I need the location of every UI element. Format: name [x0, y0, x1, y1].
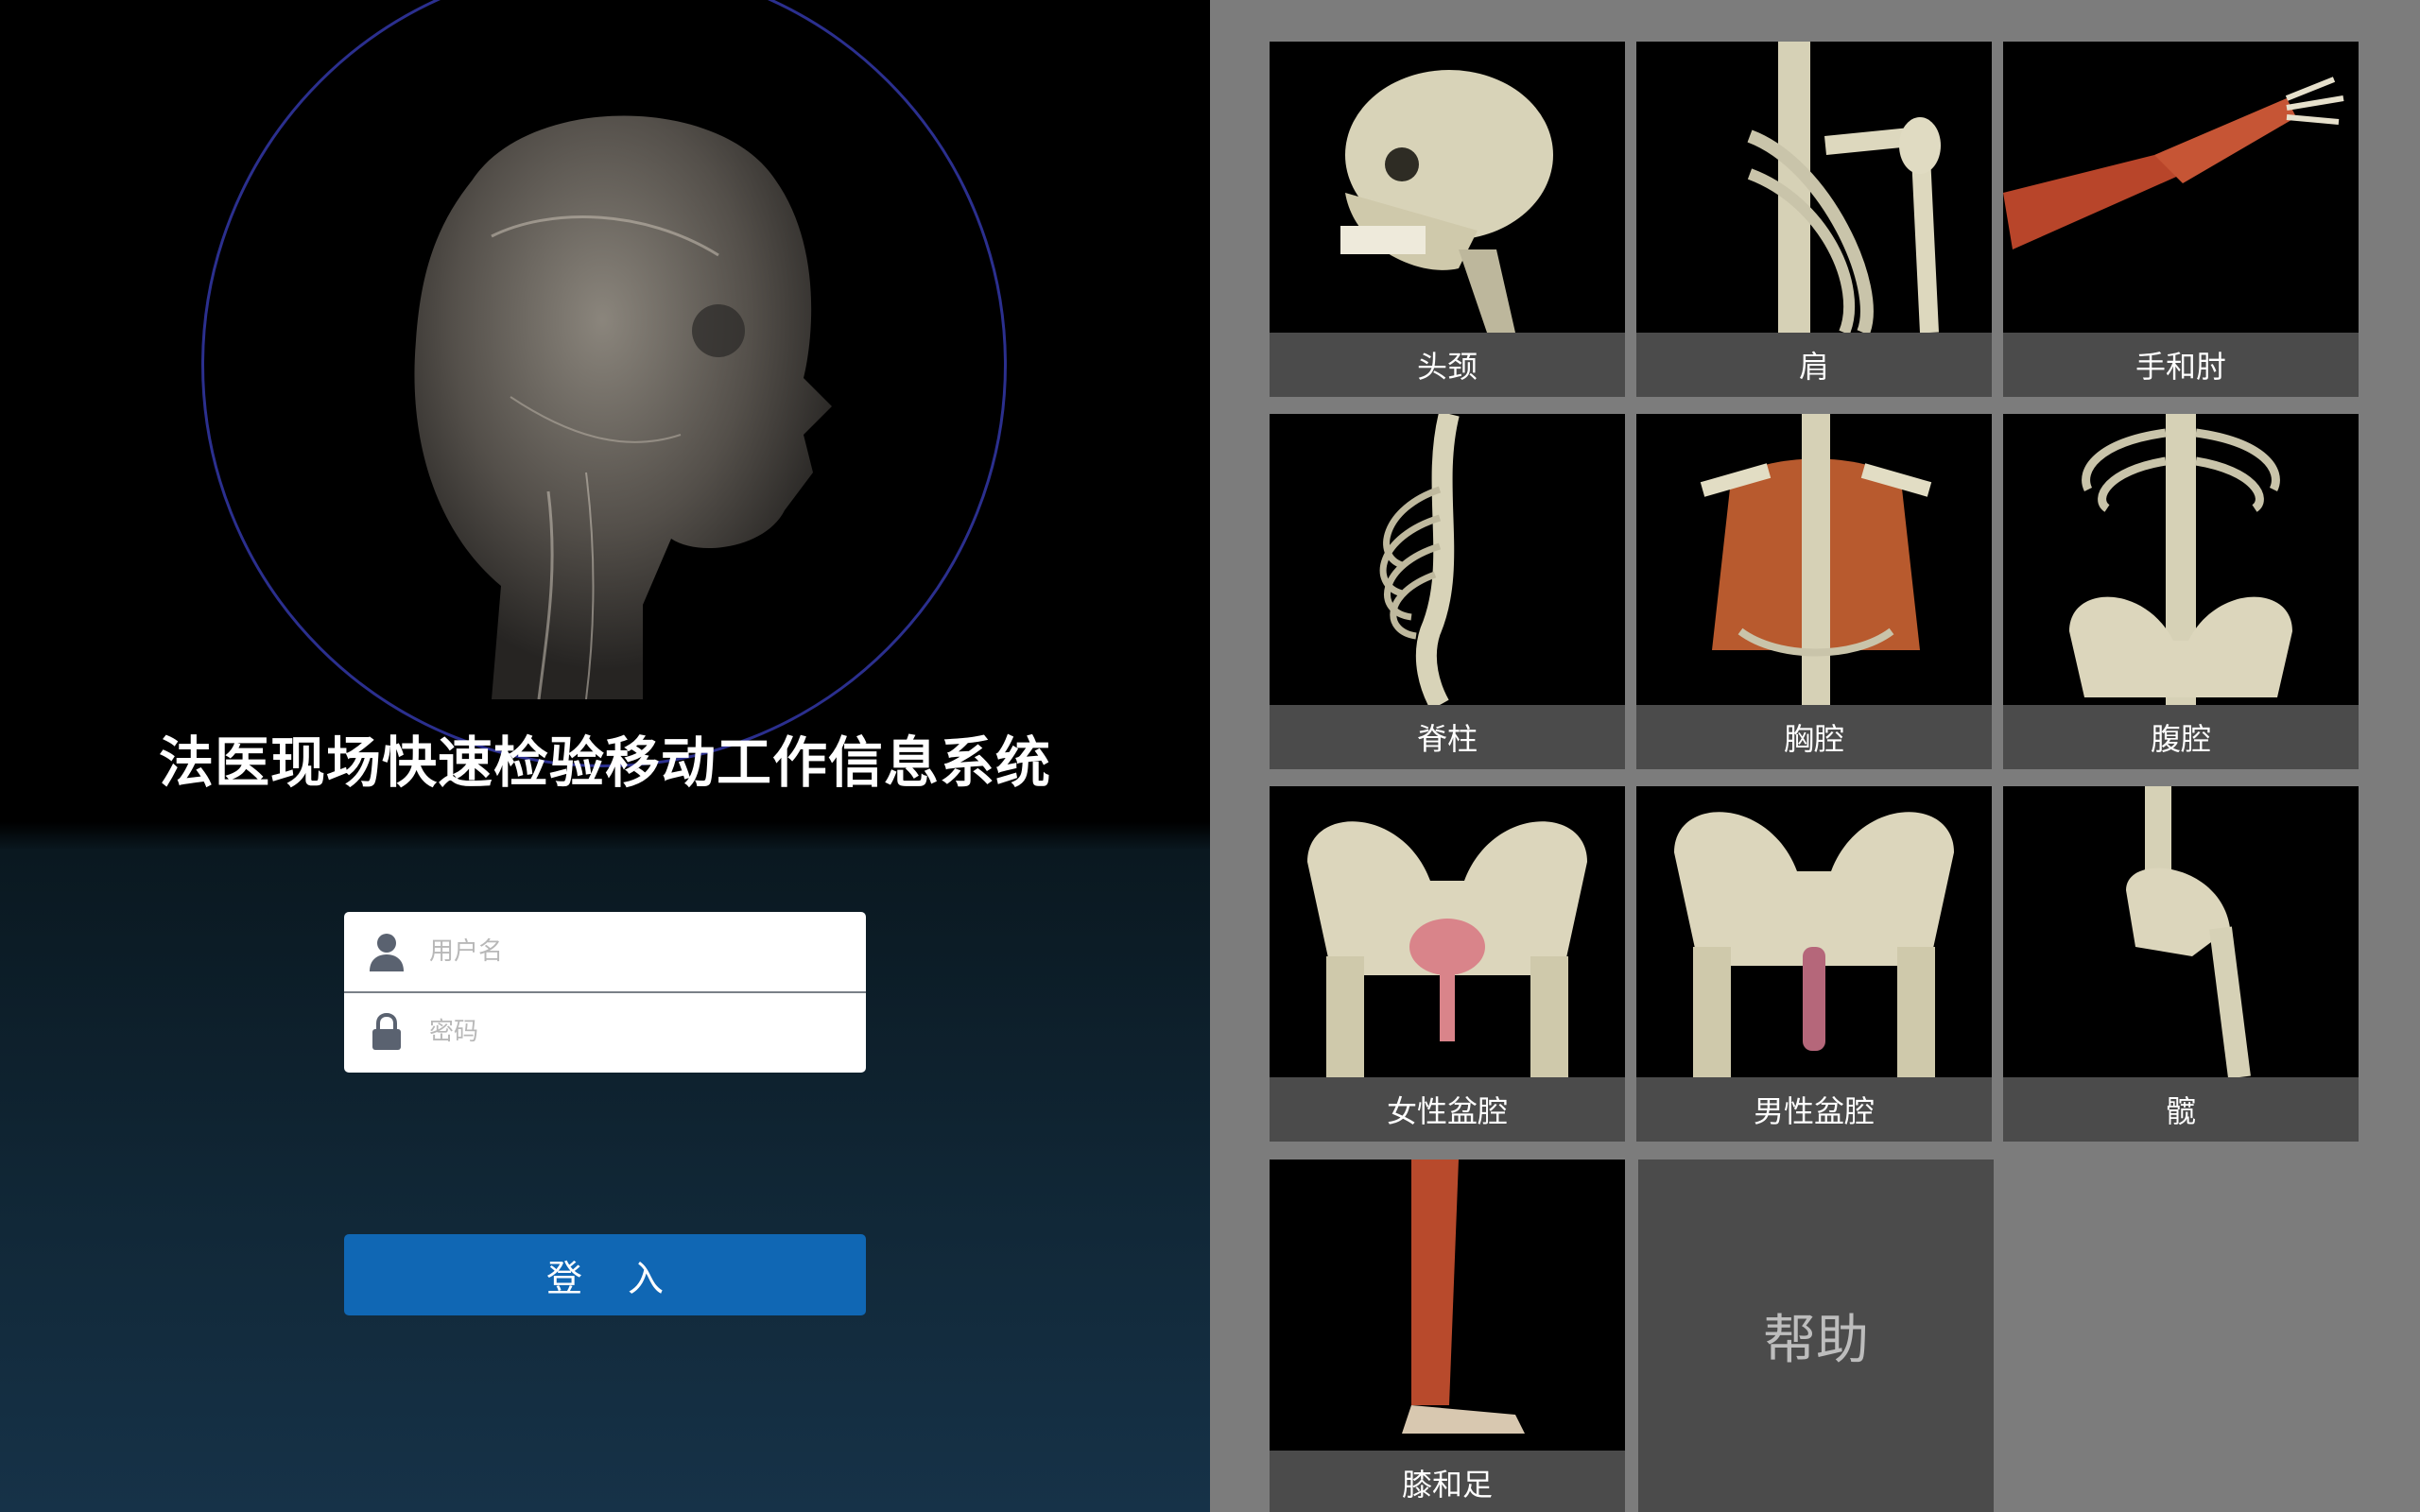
hand-elbow-image: [2003, 77, 2344, 249]
tile-label: 手和肘: [2003, 333, 2359, 397]
help-label: 帮助: [1763, 1310, 1869, 1371]
username-input[interactable]: [429, 937, 845, 966]
head-neck-image: [1340, 70, 1553, 333]
app-title: 法医现场快速检验移动工作信息系统: [158, 730, 1051, 795]
lock-icon: [344, 992, 429, 1072]
login-button[interactable]: 登 入: [344, 1234, 866, 1315]
tile-thorax[interactable]: 胸腔: [1636, 414, 1992, 769]
tile-male-pelvis[interactable]: 男性盆腔: [1636, 786, 1992, 1142]
tile-hip[interactable]: 髋: [2003, 786, 2359, 1142]
male-pelvis-image: [1674, 812, 1954, 1077]
tile-label: 腹腔: [2003, 705, 2359, 769]
tile-label: 女性盆腔: [1270, 1077, 1625, 1142]
tile-label: 胸腔: [1636, 705, 1992, 769]
tile-label: 男性盆腔: [1636, 1077, 1992, 1142]
tile-label: 膝和足: [1270, 1451, 1625, 1512]
tile-label: 头颈: [1270, 333, 1625, 397]
knee-foot-image: [1402, 1160, 1525, 1434]
login-panel: 法医现场快速检验移动工作信息系统 登 入: [0, 0, 1210, 1512]
user-icon: [344, 912, 429, 991]
head-xray-image: [414, 115, 832, 699]
abdomen-image: [2069, 414, 2292, 705]
tile-label: 髋: [2003, 1077, 2359, 1142]
password-field: [344, 991, 866, 1071]
tile-female-pelvis[interactable]: 女性盆腔: [1270, 786, 1625, 1142]
shoulder-image: [1747, 42, 1941, 333]
tile-knee-foot[interactable]: 膝和足: [1270, 1160, 1625, 1512]
tile-label: 脊柱: [1270, 705, 1625, 769]
female-pelvis-image: [1307, 821, 1587, 1077]
password-input[interactable]: [429, 1018, 845, 1046]
tile-abdomen[interactable]: 腹腔: [2003, 414, 2359, 769]
tile-hand-elbow[interactable]: 手和肘: [2003, 42, 2359, 397]
tile-head-neck[interactable]: 头颈: [1270, 42, 1625, 397]
hip-image: [2126, 786, 2251, 1077]
tile-spine[interactable]: 脊柱: [1270, 414, 1625, 769]
tile-shoulder[interactable]: 肩: [1636, 42, 1992, 397]
thorax-image: [1700, 414, 1932, 705]
spine-image: [1379, 414, 1460, 705]
hero-banner: 法医现场快速检验移动工作信息系统: [0, 0, 1210, 822]
help-button[interactable]: 帮助: [1638, 1160, 1994, 1512]
username-field: [344, 912, 866, 991]
tile-label: 肩: [1636, 333, 1992, 397]
login-form: [344, 912, 866, 1073]
